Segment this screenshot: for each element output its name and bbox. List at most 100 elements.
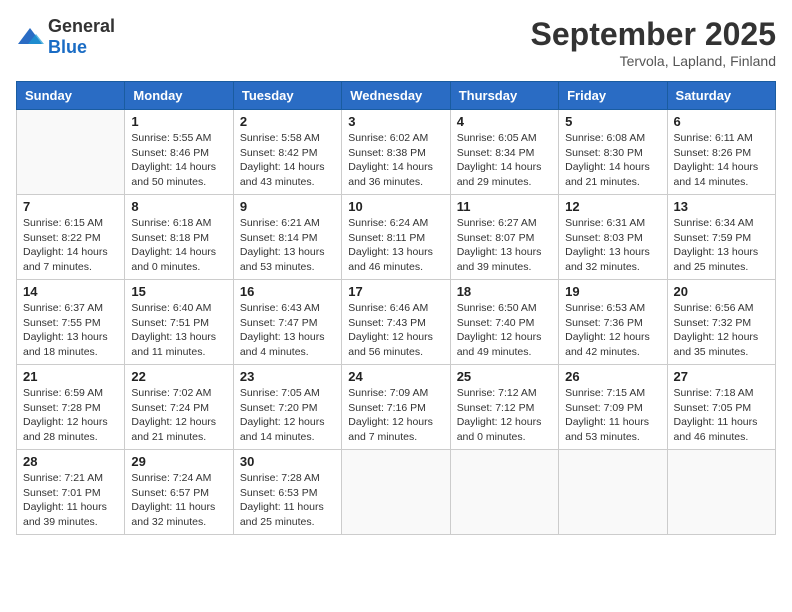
day-number: 14 (23, 284, 118, 299)
calendar-cell: 26 Sunrise: 7:15 AM Sunset: 7:09 PM Dayli… (559, 365, 667, 450)
day-info: Sunrise: 7:05 AM Sunset: 7:20 PM Dayligh… (240, 386, 335, 445)
calendar-cell: 6 Sunrise: 6:11 AM Sunset: 8:26 PM Daylig… (667, 110, 775, 195)
day-info: Sunrise: 6:37 AM Sunset: 7:55 PM Dayligh… (23, 301, 118, 360)
day-number: 22 (131, 369, 226, 384)
day-number: 16 (240, 284, 335, 299)
day-info: Sunrise: 7:21 AM Sunset: 7:01 PM Dayligh… (23, 471, 118, 530)
calendar-cell: 17Sunrise: 6:46 AM Sunset: 7:43 PM Dayli… (342, 280, 450, 365)
day-info: Sunrise: 6:50 AM Sunset: 7:40 PM Dayligh… (457, 301, 552, 360)
day-info: Sunrise: 7:28 AM Sunset: 6:53 PM Dayligh… (240, 471, 335, 530)
calendar-cell (17, 110, 125, 195)
week-row-4: 21Sunrise: 6:59 AM Sunset: 7:28 PM Dayli… (17, 365, 776, 450)
location-title: Tervola, Lapland, Finland (531, 53, 776, 69)
day-info: Sunrise: 6:53 AM Sunset: 7:36 PM Dayligh… (565, 301, 660, 360)
day-number: 12 (565, 199, 660, 214)
calendar-cell: 5 Sunrise: 6:08 AM Sunset: 8:30 PM Daylig… (559, 110, 667, 195)
calendar-cell (559, 450, 667, 535)
weekday-header-saturday: Saturday (667, 82, 775, 110)
day-info: Sunrise: 6:08 AM Sunset: 8:30 PM Dayligh… (565, 131, 660, 190)
page-header: General Blue September 2025 Tervola, Lap… (16, 16, 776, 69)
day-info: Sunrise: 7:09 AM Sunset: 7:16 PM Dayligh… (348, 386, 443, 445)
day-number: 1 (131, 114, 226, 129)
weekday-header-thursday: Thursday (450, 82, 558, 110)
calendar-cell (667, 450, 775, 535)
day-info: Sunrise: 6:05 AM Sunset: 8:34 PM Dayligh… (457, 131, 552, 190)
day-info: Sunrise: 6:31 AM Sunset: 8:03 PM Dayligh… (565, 216, 660, 275)
calendar-cell: 29Sunrise: 7:24 AM Sunset: 6:57 PM Dayli… (125, 450, 233, 535)
calendar-cell: 24Sunrise: 7:09 AM Sunset: 7:16 PM Dayli… (342, 365, 450, 450)
weekday-header-row: SundayMondayTuesdayWednesdayThursdayFrid… (17, 82, 776, 110)
day-number: 7 (23, 199, 118, 214)
week-row-5: 28Sunrise: 7:21 AM Sunset: 7:01 PM Dayli… (17, 450, 776, 535)
calendar-cell: 11Sunrise: 6:27 AM Sunset: 8:07 PM Dayli… (450, 195, 558, 280)
weekday-header-sunday: Sunday (17, 82, 125, 110)
day-info: Sunrise: 6:11 AM Sunset: 8:26 PM Dayligh… (674, 131, 769, 190)
day-number: 10 (348, 199, 443, 214)
title-block: September 2025 Tervola, Lapland, Finland (531, 16, 776, 69)
day-number: 18 (457, 284, 552, 299)
calendar-cell (450, 450, 558, 535)
month-title: September 2025 (531, 16, 776, 53)
day-info: Sunrise: 6:27 AM Sunset: 8:07 PM Dayligh… (457, 216, 552, 275)
day-number: 26 (565, 369, 660, 384)
calendar-cell: 14 Sunrise: 6:37 AM Sunset: 7:55 PM Dayli… (17, 280, 125, 365)
calendar-cell: 20 Sunrise: 6:56 AM Sunset: 7:32 PM Dayli… (667, 280, 775, 365)
day-number: 29 (131, 454, 226, 469)
calendar-cell: 18 Sunrise: 6:50 AM Sunset: 7:40 PM Dayli… (450, 280, 558, 365)
day-info: Sunrise: 6:34 AM Sunset: 7:59 PM Dayligh… (674, 216, 769, 275)
calendar-cell: 23 Sunrise: 7:05 AM Sunset: 7:20 PM Dayli… (233, 365, 341, 450)
calendar-cell: 15Sunrise: 6:40 AM Sunset: 7:51 PM Dayli… (125, 280, 233, 365)
day-number: 3 (348, 114, 443, 129)
calendar-cell: 9Sunrise: 6:21 AM Sunset: 8:14 PM Daylig… (233, 195, 341, 280)
weekday-header-wednesday: Wednesday (342, 82, 450, 110)
day-info: Sunrise: 6:18 AM Sunset: 8:18 PM Dayligh… (131, 216, 226, 275)
day-number: 25 (457, 369, 552, 384)
day-info: Sunrise: 6:21 AM Sunset: 8:14 PM Dayligh… (240, 216, 335, 275)
day-number: 13 (674, 199, 769, 214)
day-number: 19 (565, 284, 660, 299)
day-number: 8 (131, 199, 226, 214)
calendar-cell (342, 450, 450, 535)
calendar-cell: 28Sunrise: 7:21 AM Sunset: 7:01 PM Dayli… (17, 450, 125, 535)
calendar-cell: 7 Sunrise: 6:15 AM Sunset: 8:22 PM Daylig… (17, 195, 125, 280)
day-info: Sunrise: 6:59 AM Sunset: 7:28 PM Dayligh… (23, 386, 118, 445)
day-info: Sunrise: 7:15 AM Sunset: 7:09 PM Dayligh… (565, 386, 660, 445)
logo: General Blue (16, 16, 115, 58)
day-number: 20 (674, 284, 769, 299)
week-row-2: 7 Sunrise: 6:15 AM Sunset: 8:22 PM Daylig… (17, 195, 776, 280)
day-number: 15 (131, 284, 226, 299)
day-number: 6 (674, 114, 769, 129)
calendar-cell: 30 Sunrise: 7:28 AM Sunset: 6:53 PM Dayli… (233, 450, 341, 535)
day-info: Sunrise: 6:24 AM Sunset: 8:11 PM Dayligh… (348, 216, 443, 275)
day-info: Sunrise: 7:02 AM Sunset: 7:24 PM Dayligh… (131, 386, 226, 445)
day-info: Sunrise: 6:02 AM Sunset: 8:38 PM Dayligh… (348, 131, 443, 190)
calendar-cell: 21Sunrise: 6:59 AM Sunset: 7:28 PM Dayli… (17, 365, 125, 450)
day-info: Sunrise: 5:55 AM Sunset: 8:46 PM Dayligh… (131, 131, 226, 190)
day-number: 23 (240, 369, 335, 384)
weekday-header-monday: Monday (125, 82, 233, 110)
day-number: 30 (240, 454, 335, 469)
week-row-3: 14 Sunrise: 6:37 AM Sunset: 7:55 PM Dayli… (17, 280, 776, 365)
calendar-cell: 12 Sunrise: 6:31 AM Sunset: 8:03 PM Dayli… (559, 195, 667, 280)
day-number: 5 (565, 114, 660, 129)
day-info: Sunrise: 6:15 AM Sunset: 8:22 PM Dayligh… (23, 216, 118, 275)
weekday-header-tuesday: Tuesday (233, 82, 341, 110)
calendar-cell: 13 Sunrise: 6:34 AM Sunset: 7:59 PM Dayli… (667, 195, 775, 280)
logo-blue: Blue (48, 37, 87, 57)
calendar-cell: 2Sunrise: 5:58 AM Sunset: 8:42 PM Daylig… (233, 110, 341, 195)
calendar-cell: 22 Sunrise: 7:02 AM Sunset: 7:24 PM Dayli… (125, 365, 233, 450)
calendar-cell: 3 Sunrise: 6:02 AM Sunset: 8:38 PM Daylig… (342, 110, 450, 195)
calendar-cell: 8 Sunrise: 6:18 AM Sunset: 8:18 PM Daylig… (125, 195, 233, 280)
day-info: Sunrise: 6:46 AM Sunset: 7:43 PM Dayligh… (348, 301, 443, 360)
logo-icon (16, 26, 44, 48)
weekday-header-friday: Friday (559, 82, 667, 110)
calendar-table: SundayMondayTuesdayWednesdayThursdayFrid… (16, 81, 776, 535)
day-number: 2 (240, 114, 335, 129)
calendar-cell: 4 Sunrise: 6:05 AM Sunset: 8:34 PM Daylig… (450, 110, 558, 195)
logo-text: General Blue (48, 16, 115, 58)
calendar-cell: 16Sunrise: 6:43 AM Sunset: 7:47 PM Dayli… (233, 280, 341, 365)
week-row-1: 1 Sunrise: 5:55 AM Sunset: 8:46 PM Daylig… (17, 110, 776, 195)
day-info: Sunrise: 6:56 AM Sunset: 7:32 PM Dayligh… (674, 301, 769, 360)
day-number: 4 (457, 114, 552, 129)
day-number: 27 (674, 369, 769, 384)
